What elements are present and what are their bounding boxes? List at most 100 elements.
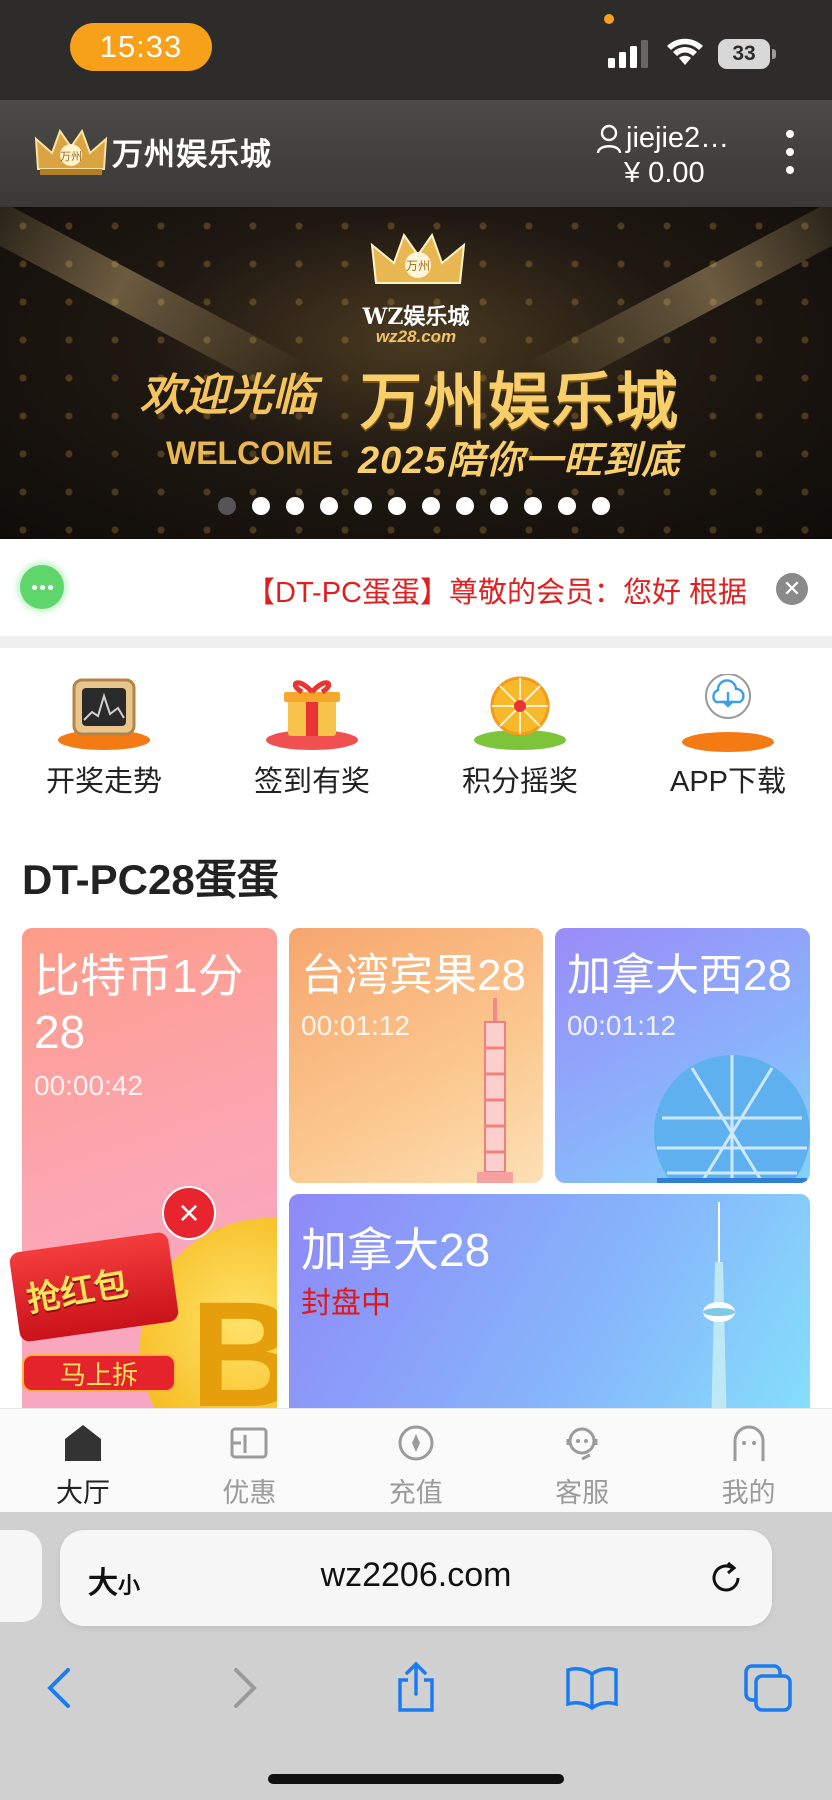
close-icon[interactable]: ✕ — [776, 573, 808, 605]
bookmarks-icon[interactable] — [564, 1660, 620, 1716]
game-name: 台湾宾果28 — [301, 951, 526, 1000]
carousel-dot[interactable] — [524, 497, 542, 515]
banner-crown-text: 万州 — [406, 259, 430, 273]
reload-icon[interactable] — [708, 1560, 744, 1596]
user-icon — [596, 124, 622, 153]
back-arrow-icon[interactable] — [34, 1660, 90, 1716]
quick-item-label: 开奖走势 — [45, 766, 162, 798]
carousel-dot[interactable] — [592, 497, 610, 515]
banner-title: 万州娱乐城 — [360, 365, 681, 438]
gift-box-icon — [266, 680, 358, 750]
carousel-dot[interactable] — [252, 497, 270, 515]
banner-welcome-cn: 欢迎光临 — [140, 370, 316, 421]
quick-item-label: 签到有奖 — [253, 766, 370, 798]
quick-item-lottery[interactable]: 积分摇奖 — [416, 648, 624, 818]
url-text: wz2206.com — [320, 1556, 512, 1594]
banner-domain: wz28.com — [375, 327, 457, 346]
recharge-icon — [398, 1425, 434, 1461]
carousel-dot[interactable] — [558, 497, 576, 515]
notice-bar[interactable]: 【DT-PC蛋蛋】尊敬的会员：您好 根据 ✕ — [0, 539, 832, 636]
quick-menu: 开奖走势 签到有奖 积分摇奖 APP下载 — [0, 648, 832, 818]
carousel-dot[interactable] — [388, 497, 406, 515]
address-bar[interactable]: 大小 wz2206.com — [60, 1530, 772, 1626]
game-card-canada-west[interactable]: 加拿大西28 00:01:12 — [555, 928, 810, 1183]
carousel-dot[interactable] — [354, 497, 372, 515]
browser-nav-row — [0, 1650, 832, 1730]
tab-promotions[interactable]: 优惠 — [166, 1409, 332, 1513]
home-icon — [65, 1425, 101, 1461]
prize-wheel-icon — [474, 676, 566, 750]
quick-item-app-download[interactable]: APP下载 — [624, 648, 832, 818]
notice-marquee-text: 【DT-PC蛋蛋】尊敬的会员：您好 根据 — [246, 577, 748, 609]
account-balance: ¥ 0.00 — [624, 157, 705, 189]
tab-recharge[interactable]: 充值 — [333, 1409, 499, 1513]
game-name: 加拿大28 — [301, 1224, 491, 1276]
carousel-dot[interactable] — [286, 497, 304, 515]
previous-tab-preview[interactable] — [0, 1530, 42, 1622]
battery-cap — [772, 49, 776, 59]
tabs-icon[interactable] — [740, 1660, 796, 1716]
tab-label: 客服 — [555, 1478, 610, 1508]
section-title: DT-PC28蛋蛋 — [22, 856, 279, 903]
game-name: 比特币1分28 — [34, 950, 244, 1058]
quick-item-label: 积分摇奖 — [461, 766, 578, 798]
open-envelope-button[interactable]: 马上拆 — [22, 1354, 176, 1392]
browser-toolbar: 大小 wz2206.com — [0, 1512, 832, 1800]
carousel-dot[interactable] — [422, 497, 440, 515]
carousel-dot[interactable] — [320, 497, 338, 515]
status-bar: 15:33 33 — [0, 0, 832, 100]
profile-icon — [733, 1425, 765, 1461]
home-indicator — [268, 1774, 564, 1784]
carousel-pagination[interactable] — [218, 497, 610, 515]
wifi-icon — [667, 38, 703, 65]
quick-item-label: APP下载 — [669, 766, 787, 798]
geodesic-dome-icon — [654, 1055, 810, 1183]
bottom-tab-bar: 大厅 优惠 充值 客服 我的 — [0, 1408, 832, 1512]
app-header: 万州 万州娱乐城 jiejie2… ¥ 0.00 — [0, 100, 832, 207]
message-bubble-icon — [20, 565, 64, 609]
game-countdown: 00:01:12 — [567, 1010, 676, 1041]
carousel-dot[interactable] — [490, 497, 508, 515]
close-envelope-icon[interactable]: × — [162, 1186, 216, 1240]
cn-tower-icon — [703, 1202, 735, 1424]
tab-label: 充值 — [388, 1478, 443, 1508]
cloud-download-icon — [682, 674, 774, 752]
status-time: 15:33 — [70, 23, 212, 71]
app-logo[interactable]: 万州 万州娱乐城 — [34, 120, 272, 182]
crown-logo-text: 万州 — [60, 150, 82, 163]
tab-lobby[interactable]: 大厅 — [0, 1409, 166, 1513]
banner-welcome-en: WELCOME — [166, 435, 334, 471]
battery-indicator: 33 — [718, 39, 776, 69]
more-menu-icon[interactable] — [778, 130, 802, 174]
share-icon[interactable] — [388, 1660, 444, 1716]
forward-arrow-icon[interactable] — [214, 1660, 270, 1716]
quick-item-signin[interactable]: 签到有奖 — [208, 648, 416, 818]
game-countdown: 00:00:42 — [34, 1070, 143, 1101]
support-icon — [566, 1427, 598, 1461]
battery-level: 33 — [718, 39, 770, 69]
game-card-taiwan[interactable]: 台湾宾果28 00:01:12 — [289, 928, 543, 1183]
privacy-indicator-dot — [604, 14, 614, 24]
coupon-icon — [230, 1427, 268, 1459]
red-envelope-promo[interactable]: 抢红包 马上拆 × — [8, 1186, 218, 1396]
logo-text: 万州娱乐城 — [112, 136, 272, 173]
crown-logo-icon: 万州 — [34, 128, 108, 175]
divider — [0, 636, 832, 648]
tab-label: 我的 — [721, 1478, 776, 1508]
game-status: 封盘中 — [301, 1287, 391, 1320]
promo-banner[interactable]: 万州 WZ娱乐城 wz28.com 欢迎光临 万州娱乐城 WELCOME 202… — [0, 207, 832, 539]
game-countdown: 00:01:12 — [301, 1010, 410, 1041]
carousel-dot[interactable] — [456, 497, 474, 515]
banner-slogan: 2025陪你一旺到底 — [358, 440, 681, 482]
username: jiejie2… — [626, 122, 730, 154]
tab-support[interactable]: 客服 — [499, 1409, 665, 1513]
taipei-tower-icon — [477, 998, 513, 1183]
tab-profile[interactable]: 我的 — [666, 1409, 832, 1513]
game-name: 加拿大西28 — [567, 951, 792, 1000]
quick-item-trend[interactable]: 开奖走势 — [0, 648, 208, 818]
tab-label: 大厅 — [56, 1478, 110, 1508]
user-account[interactable]: jiejie2… ¥ 0.00 — [596, 122, 729, 190]
cellular-signal-icon — [608, 40, 648, 68]
carousel-dot[interactable] — [218, 497, 236, 515]
game-card-canada[interactable]: 加拿大28 封盘中 — [289, 1194, 810, 1424]
